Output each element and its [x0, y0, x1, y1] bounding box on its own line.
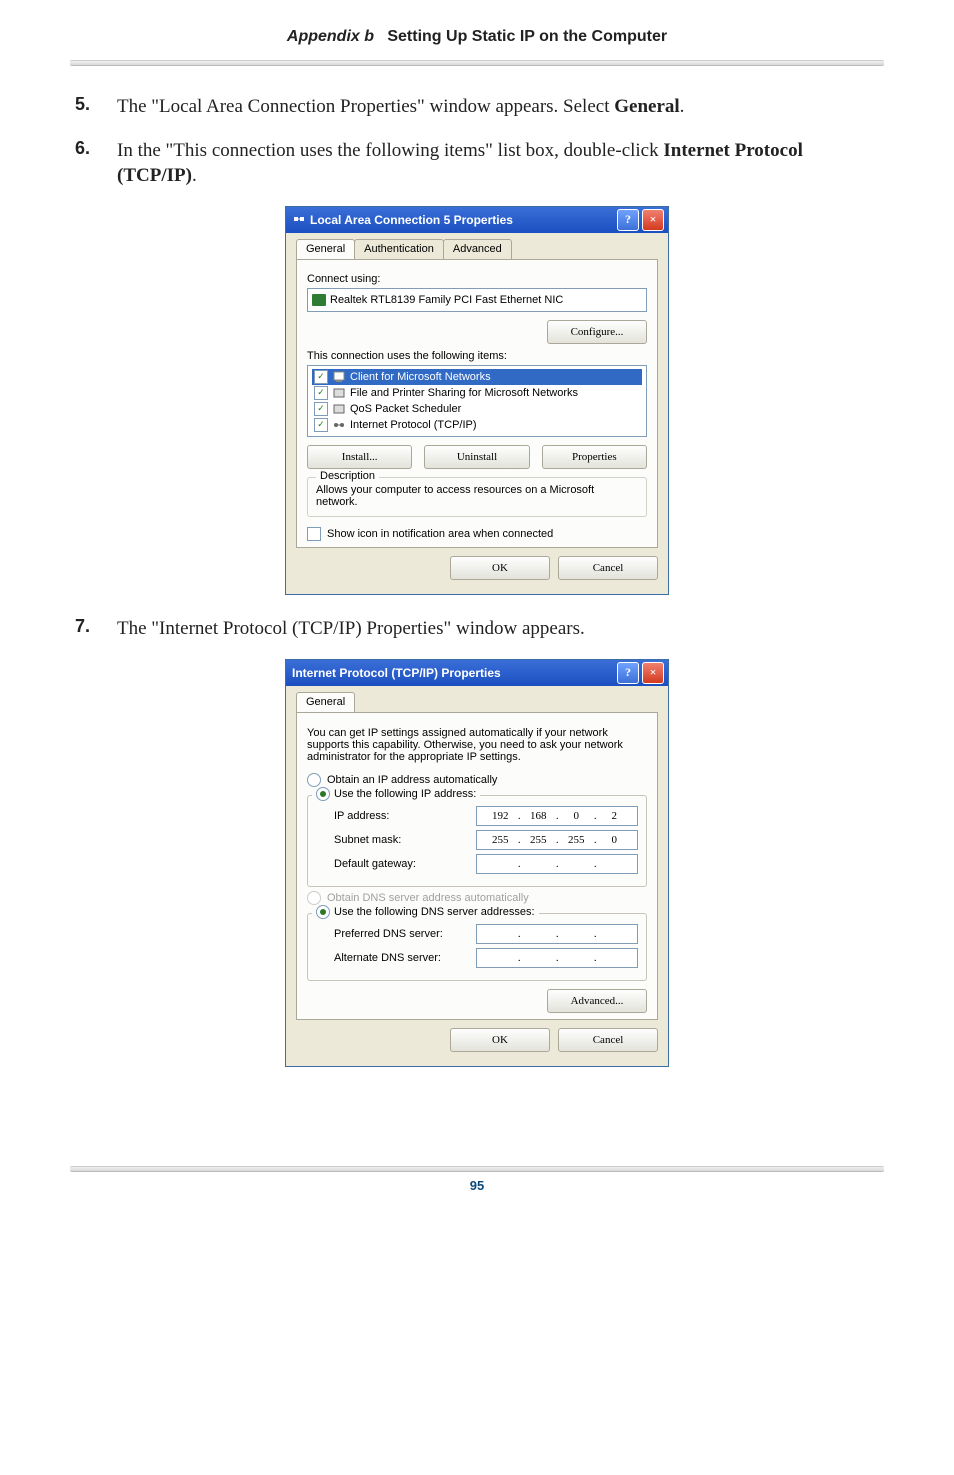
page-number: 95 — [0, 1178, 954, 1223]
step-text: The "Local Area Connection Properties" w… — [117, 94, 684, 120]
tab-authentication[interactable]: Authentication — [354, 239, 444, 259]
preferred-dns-label: Preferred DNS server: — [334, 928, 476, 940]
default-gateway-label: Default gateway: — [334, 858, 476, 870]
subnet-mask-input[interactable]: 255. 255. 255. 0 — [476, 830, 638, 850]
page-header: Appendix b Setting Up Static IP on the C… — [0, 0, 954, 54]
advanced-button[interactable]: Advanced... — [547, 989, 647, 1013]
tab-general[interactable]: General — [296, 239, 355, 259]
uses-items-label: This connection uses the following items… — [307, 350, 647, 362]
page-title: Setting Up Static IP on the Computer — [387, 28, 667, 45]
item-label: File and Printer Sharing for Microsoft N… — [350, 387, 578, 399]
dialog-title: Internet Protocol (TCP/IP) Properties — [292, 666, 501, 680]
alternate-dns-input[interactable]: ... — [476, 948, 638, 968]
cancel-button[interactable]: Cancel — [558, 1028, 658, 1052]
client-icon — [332, 370, 346, 384]
ip-address-input[interactable]: 192. 168. 0. 2 — [476, 806, 638, 826]
alternate-dns-label: Alternate DNS server: — [334, 952, 476, 964]
intro-text: You can get IP settings assigned automat… — [307, 727, 647, 763]
step-number: 5. — [75, 94, 117, 120]
obtain-ip-auto-radio[interactable] — [307, 773, 321, 787]
obtain-ip-auto-label: Obtain an IP address automatically — [327, 774, 497, 786]
tabstrip: General — [296, 692, 658, 713]
help-button[interactable]: ? — [617, 209, 639, 231]
text-bold: General — [614, 96, 679, 117]
connection-icon — [292, 211, 306, 228]
tabstrip: General Authentication Advanced — [296, 239, 658, 260]
checkbox-icon[interactable]: ✓ — [314, 418, 328, 432]
tcpip-properties-dialog: Internet Protocol (TCP/IP) Properties ? … — [286, 660, 668, 1066]
show-icon-checkbox[interactable]: ✓ — [307, 527, 321, 541]
tab-advanced[interactable]: Advanced — [443, 239, 512, 259]
step-number: 7. — [75, 616, 117, 642]
step-6: 6. In the "This connection uses the foll… — [75, 138, 879, 189]
step-5: 5. The "Local Area Connection Properties… — [75, 94, 879, 120]
appendix-label: Appendix b — [287, 28, 374, 45]
step-text: In the "This connection uses the followi… — [117, 138, 879, 189]
ok-button[interactable]: OK — [450, 556, 550, 580]
item-label: Client for Microsoft Networks — [350, 371, 491, 383]
properties-button[interactable]: Properties — [542, 445, 647, 469]
tab-general[interactable]: General — [296, 692, 355, 712]
titlebar[interactable]: Internet Protocol (TCP/IP) Properties ? … — [286, 660, 668, 686]
description-legend: Description — [316, 470, 379, 482]
uninstall-button[interactable]: Uninstall — [424, 445, 529, 469]
text: . — [680, 96, 685, 117]
titlebar[interactable]: Local Area Connection 5 Properties ? × — [286, 207, 668, 233]
step-7: 7. The "Internet Protocol (TCP/IP) Prope… — [75, 616, 879, 642]
footer-divider — [70, 1166, 884, 1172]
item-label: Internet Protocol (TCP/IP) — [350, 419, 477, 431]
subnet-mask-label: Subnet mask: — [334, 834, 476, 846]
description-text: Allows your computer to access resources… — [316, 484, 638, 508]
use-dns-group: Use the following DNS server addresses: … — [307, 913, 647, 981]
service-icon — [332, 386, 346, 400]
use-following-dns-radio[interactable] — [316, 905, 330, 919]
service-icon — [332, 402, 346, 416]
protocol-icon — [332, 418, 346, 432]
checkbox-icon[interactable]: ✓ — [314, 386, 328, 400]
adapter-name: Realtek RTL8139 Family PCI Fast Ethernet… — [330, 294, 563, 306]
adapter-field[interactable]: Realtek RTL8139 Family PCI Fast Ethernet… — [307, 288, 647, 312]
list-item[interactable]: ✓ Client for Microsoft Networks — [312, 369, 642, 385]
close-button[interactable]: × — [642, 209, 664, 231]
install-button[interactable]: Install... — [307, 445, 412, 469]
show-icon-label: Show icon in notification area when conn… — [327, 528, 553, 540]
lan-properties-dialog: Local Area Connection 5 Properties ? × G… — [286, 207, 668, 594]
components-listbox[interactable]: ✓ Client for Microsoft Networks ✓ File a… — [307, 365, 647, 437]
preferred-dns-input[interactable]: ... — [476, 924, 638, 944]
connect-using-label: Connect using: — [307, 273, 647, 285]
obtain-dns-auto-label: Obtain DNS server address automatically — [327, 892, 529, 904]
list-item[interactable]: ✓ Internet Protocol (TCP/IP) — [312, 417, 642, 433]
text: . — [192, 165, 197, 186]
step-number: 6. — [75, 138, 117, 189]
checkbox-icon[interactable]: ✓ — [314, 402, 328, 416]
text: In the "This connection uses the followi… — [117, 140, 663, 161]
text: The "Local Area Connection Properties" w… — [117, 96, 614, 117]
use-following-ip-radio[interactable] — [316, 787, 330, 801]
nic-icon — [312, 294, 326, 306]
description-group: Description Allows your computer to acce… — [307, 477, 647, 517]
cancel-button[interactable]: Cancel — [558, 556, 658, 580]
use-following-dns-label: Use the following DNS server addresses: — [334, 906, 535, 918]
item-label: QoS Packet Scheduler — [350, 403, 461, 415]
dialog-title: Local Area Connection 5 Properties — [310, 213, 513, 227]
use-ip-group: Use the following IP address: IP address… — [307, 795, 647, 887]
obtain-dns-auto-radio — [307, 891, 321, 905]
list-item[interactable]: ✓ QoS Packet Scheduler — [312, 401, 642, 417]
default-gateway-input[interactable]: . . . — [476, 854, 638, 874]
step-text: The "Internet Protocol (TCP/IP) Properti… — [117, 616, 585, 642]
list-item[interactable]: ✓ File and Printer Sharing for Microsoft… — [312, 385, 642, 401]
configure-button[interactable]: Configure... — [547, 320, 647, 344]
checkbox-icon[interactable]: ✓ — [314, 370, 328, 384]
ok-button[interactable]: OK — [450, 1028, 550, 1052]
help-button[interactable]: ? — [617, 662, 639, 684]
ip-address-label: IP address: — [334, 810, 476, 822]
header-divider — [70, 60, 884, 66]
use-following-ip-label: Use the following IP address: — [334, 788, 476, 800]
close-button[interactable]: × — [642, 662, 664, 684]
